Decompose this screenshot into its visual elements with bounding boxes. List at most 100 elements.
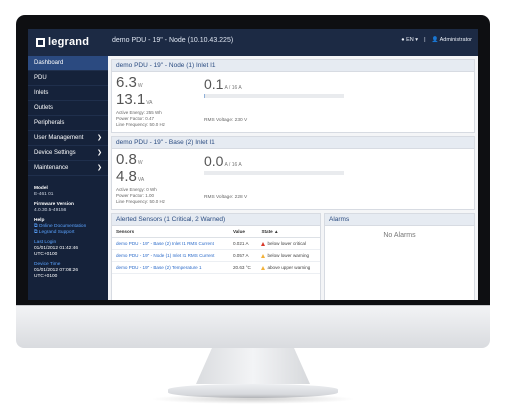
user-name: Administrator bbox=[439, 37, 472, 43]
sensor-name[interactable]: demo PDU - 19" - Base (2) Temperature 1 bbox=[112, 261, 229, 274]
sidebar-item-label: Dashboard bbox=[34, 60, 64, 66]
chevron-right-icon: ❯ bbox=[96, 135, 102, 141]
alarms-panel: Alarms No Alarms bbox=[324, 213, 475, 300]
critical-icon bbox=[261, 241, 266, 246]
inlet-details: Active Energy: 0 Wh Power Factor: 1.00 Lin… bbox=[116, 187, 165, 204]
inlet-panel: demo PDU - 19" - Base (2) Inlet I1 0.8W 4.… bbox=[111, 136, 475, 210]
user-menu[interactable]: 👤 Administrator bbox=[432, 37, 473, 43]
chevron-right-icon: ❯ bbox=[96, 150, 102, 156]
external-link-icon: ⧉ bbox=[34, 224, 38, 229]
active-power: 6.3W bbox=[116, 74, 143, 91]
inlet-details: Active Energy: 255 Wh Power Factor: 0.47 L… bbox=[116, 110, 165, 127]
dashboard-content: demo PDU - 19" - Node (1) Inlet I1 6.3W 13… bbox=[108, 56, 478, 300]
column-state[interactable]: State ▲ bbox=[257, 226, 320, 238]
rms-current-unit: A / 16 A bbox=[224, 85, 242, 91]
warning-icon bbox=[261, 265, 266, 270]
rms-current: 0.0A / 16 A bbox=[204, 153, 242, 169]
inlet-panels: demo PDU - 19" - Node (1) Inlet I1 6.3W 13… bbox=[111, 59, 475, 210]
column-sensors[interactable]: Sensors bbox=[112, 226, 229, 238]
device-time-value: 01/01/2012 07:08:26 UTC+0100 bbox=[34, 268, 79, 279]
table-row[interactable]: demo PDU - 19" - Base (2) Inlet I1 RMS C… bbox=[112, 237, 320, 250]
sensor-state-text: below lower critical bbox=[267, 241, 306, 246]
sidebar-item-inlets[interactable]: Inlets bbox=[28, 86, 108, 101]
active-power-value: 6.3 bbox=[116, 74, 137, 91]
logo-icon bbox=[36, 37, 45, 47]
sensor-name[interactable]: demo PDU - 19" - Base (2) Inlet I1 RMS C… bbox=[112, 237, 229, 250]
sensor-value: 20.63 °C bbox=[228, 261, 258, 274]
rms-voltage: RMS Voltage: 228 V bbox=[204, 195, 248, 200]
no-alarms-text: No Alarms bbox=[383, 232, 416, 239]
active-power-unit: W bbox=[137, 160, 143, 166]
alerted-sensors-panel: Alerted Sensors (1 Critical, 2 Warned) S… bbox=[111, 213, 321, 300]
model-value: E-461 01 bbox=[34, 192, 54, 197]
active-power-value: 0.8 bbox=[116, 151, 137, 168]
language-selector[interactable]: ● EN ▾ bbox=[401, 37, 418, 43]
chevron-down-icon: ▾ bbox=[415, 37, 419, 43]
sensors-table-body: demo PDU - 19" - Base (2) Inlet I1 RMS C… bbox=[112, 237, 320, 274]
apparent-power-unit: VA bbox=[137, 177, 145, 183]
monitor-bezel: legrand demo PDU - 19" - Node (10.10.43.… bbox=[16, 15, 490, 305]
monitor-shadow bbox=[150, 394, 356, 404]
sidebar-item-peripherals[interactable]: Peripherals bbox=[28, 116, 108, 131]
table-header-row: Sensors Value State ▲ bbox=[112, 226, 320, 238]
table-row[interactable]: demo PDU - 19" - Node (1) Inlet I1 RMS C… bbox=[112, 249, 320, 262]
rms-current-value: 0.0 bbox=[204, 153, 224, 169]
column-value[interactable]: Value bbox=[228, 226, 258, 238]
sensor-state: below lower critical bbox=[261, 241, 316, 246]
sidebar-item-label: Maintenance bbox=[34, 165, 69, 171]
sidebar-item-label: Device Settings bbox=[34, 150, 76, 156]
language-code: EN bbox=[406, 37, 414, 43]
sensor-state-cell: above upper warning bbox=[257, 261, 320, 274]
apparent-power: 4.8VA bbox=[116, 168, 144, 185]
sensor-state: below lower warning bbox=[261, 253, 316, 258]
rms-current-value: 0.1 bbox=[204, 76, 224, 92]
top-right-controls: ● EN ▾ | 👤 Administrator bbox=[401, 37, 472, 43]
table-row[interactable]: demo PDU - 19" - Base (2) Temperature 12… bbox=[112, 261, 320, 274]
sidebar-item-device-settings[interactable]: Device Settings ❯ bbox=[28, 146, 108, 161]
active-power: 0.8W bbox=[116, 151, 143, 168]
sidebar-item-user-management[interactable]: User Management ❯ bbox=[28, 131, 108, 146]
divider: | bbox=[424, 37, 426, 43]
sensor-state-cell: below lower warning bbox=[257, 249, 320, 262]
external-link-icon: ⧉ bbox=[34, 230, 38, 235]
inlet-body: 6.3W 13.1VA Active Energy: 255 Wh Power Fac… bbox=[112, 72, 474, 132]
line-frequency: Line Frequency: 50.0 Hz bbox=[116, 198, 166, 204]
apparent-power: 13.1VA bbox=[116, 91, 153, 108]
sidebar-item-outlets[interactable]: Outlets bbox=[28, 101, 108, 116]
chevron-right-icon: ❯ bbox=[96, 165, 102, 171]
sidebar-item-label: Inlets bbox=[34, 90, 49, 96]
sidebar-item-label: User Management bbox=[34, 135, 84, 141]
online-documentation-text: Online Documentation bbox=[38, 224, 87, 229]
user-icon: 👤 bbox=[431, 37, 439, 43]
sidebar-item-maintenance[interactable]: Maintenance ❯ bbox=[28, 161, 108, 176]
rms-current-unit: A / 16 A bbox=[224, 162, 242, 168]
sensors-table: Sensors Value State ▲ demo PDU - 19" - B… bbox=[112, 226, 320, 274]
active-energy: Active Energy: 255 Wh bbox=[116, 110, 162, 115]
sensor-name[interactable]: demo PDU - 19" - Node (1) Inlet I1 RMS C… bbox=[112, 249, 229, 262]
sensor-value: 0.021 A bbox=[228, 237, 258, 250]
alerted-sensors-title: Alerted Sensors (1 Critical, 2 Warned) bbox=[112, 214, 320, 226]
sidebar-item-label: Outlets bbox=[34, 105, 54, 111]
legrand-support-link[interactable]: ⧉ Legrand Support bbox=[34, 230, 102, 236]
sensor-value: 0.057 A bbox=[228, 249, 258, 262]
line-frequency: Line Frequency: 50.0 Hz bbox=[116, 121, 166, 127]
apparent-power-unit: VA bbox=[146, 100, 153, 106]
rms-current: 0.1A / 16 A bbox=[204, 76, 242, 92]
device-name: demo PDU - 19" - Node bbox=[112, 37, 186, 44]
inlet-panel: demo PDU - 19" - Node (1) Inlet I1 6.3W 13… bbox=[111, 59, 475, 133]
warning-icon bbox=[261, 253, 266, 258]
brand-logo: legrand bbox=[36, 36, 89, 48]
monitor-chin bbox=[16, 305, 490, 348]
current-progress-fill bbox=[204, 94, 205, 98]
inlet-body: 0.8W 4.8VA Active Energy: 0 Wh Power Factor… bbox=[112, 149, 474, 209]
sidebar-item-pdu[interactable]: PDU bbox=[28, 71, 108, 86]
current-progress-bar bbox=[204, 94, 344, 98]
inlet-title[interactable]: demo PDU - 19" - Base (2) Inlet I1 bbox=[112, 137, 474, 149]
sidebar-item-dashboard[interactable]: Dashboard bbox=[28, 56, 108, 71]
inlet-title[interactable]: demo PDU - 19" - Node (1) Inlet I1 bbox=[112, 60, 474, 72]
alarms-title: Alarms bbox=[325, 214, 474, 226]
top-bar: legrand demo PDU - 19" - Node (10.10.43.… bbox=[28, 29, 478, 56]
apparent-power-value: 4.8 bbox=[116, 168, 137, 185]
current-progress-bar bbox=[204, 171, 344, 175]
last-login-value: 01/01/2012 01:42:46 UTC+0100 bbox=[34, 246, 79, 257]
